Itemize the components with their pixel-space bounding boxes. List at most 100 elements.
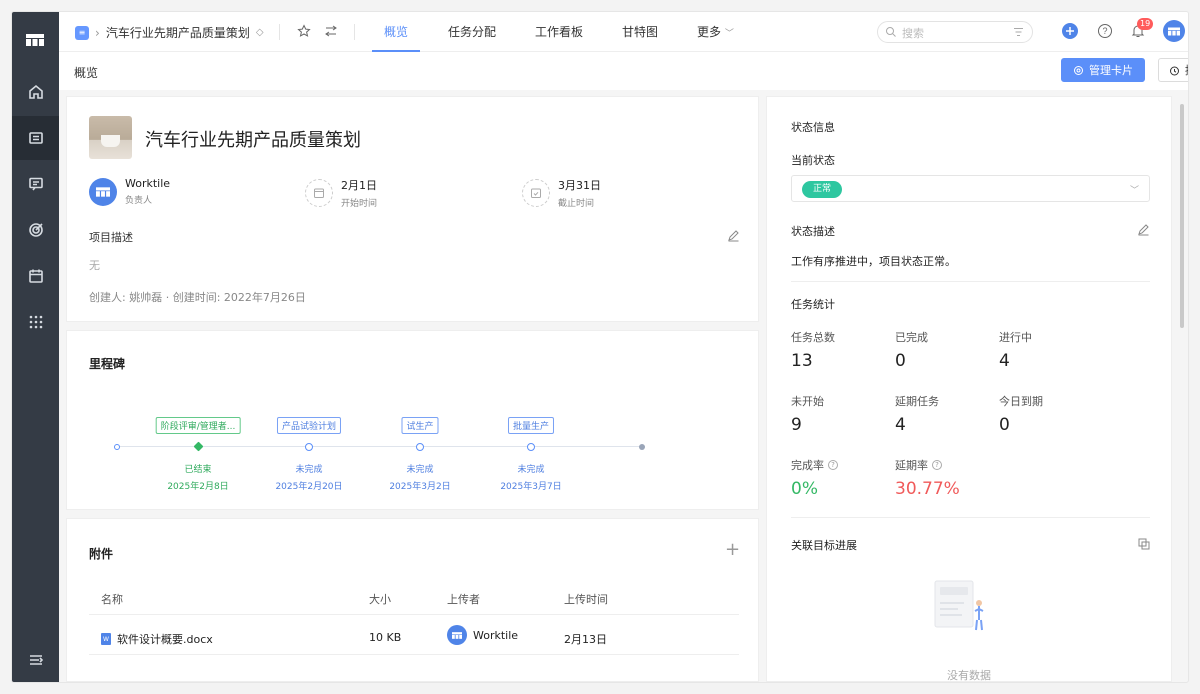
- delay-rate-text: 延期率: [895, 459, 928, 472]
- edit-pencil-icon[interactable]: [1137, 223, 1150, 236]
- chevron-right-icon: ›: [95, 25, 100, 40]
- app-logo-icon[interactable]: [26, 34, 44, 46]
- stat-label-delayed: 延期任务: [895, 395, 939, 408]
- delay-rate-label: 延期率 ?: [895, 457, 942, 473]
- stat-value-inprogress[interactable]: 4: [999, 351, 1010, 371]
- start-date-meta[interactable]: 2月1日 开始时间: [305, 177, 377, 209]
- milestone-dot: [305, 443, 313, 451]
- status-select[interactable]: 正常 ﹀: [791, 175, 1150, 202]
- milestone-dot: [416, 443, 424, 451]
- current-status-label: 当前状态: [791, 154, 835, 167]
- collapse-menu-icon[interactable]: [12, 638, 59, 682]
- tab-more[interactable]: 更多 ﹀: [697, 12, 734, 52]
- status-desc-value: 工作有序推进中，项目状态正常。: [791, 255, 956, 268]
- status-card: 状态信息 当前状态 正常 ﹀ 状态描述 工作有序推进中，项目状态正常。 任务统计…: [766, 96, 1172, 682]
- help-icon[interactable]: ?: [1097, 23, 1113, 39]
- add-icon[interactable]: [1062, 23, 1078, 39]
- empty-state-text: 没有数据: [947, 669, 991, 682]
- timeline-start-dot: [114, 444, 120, 450]
- project-title: 汽车行业先期产品质量策划: [145, 130, 361, 151]
- help-icon[interactable]: ?: [932, 460, 942, 470]
- table-row[interactable]: W 软件设计概要.docx: [101, 631, 213, 647]
- home-icon[interactable]: [12, 70, 59, 114]
- messages-icon[interactable]: [12, 162, 59, 206]
- stat-label-notstarted: 未开始: [791, 395, 824, 408]
- tab-overview[interactable]: 概览: [371, 12, 421, 52]
- column-header-time[interactable]: 上传时间: [564, 591, 608, 607]
- milestone-status: 未完成: [517, 465, 545, 475]
- milestone-name: 试生产: [401, 417, 439, 434]
- completion-rate-value: 0%: [791, 479, 818, 499]
- add-attachment-icon[interactable]: +: [725, 539, 740, 560]
- stat-value-delayed[interactable]: 4: [895, 415, 906, 435]
- switch-project-icon[interactable]: ◇: [256, 27, 264, 38]
- help-icon[interactable]: ?: [828, 460, 838, 470]
- tab-more-label: 更多: [697, 25, 722, 39]
- divider: [354, 24, 355, 40]
- tab-task-assignment[interactable]: 任务分配: [448, 12, 496, 52]
- timeline-end-dot: [639, 444, 645, 450]
- end-label: 截止时间: [558, 199, 595, 209]
- goals-icon[interactable]: [12, 208, 59, 252]
- svg-text:?: ?: [1102, 26, 1107, 36]
- chevron-down-icon: ﹀: [1129, 186, 1139, 196]
- top-bar: ≡ › 汽车行业先期产品质量策划 ◇ 概览 任务分配 工作看板 甘特图 更多 ﹀…: [59, 12, 1188, 52]
- attachments-heading: 附件: [89, 547, 114, 561]
- milestone-date: 2025年3月2日: [389, 482, 451, 492]
- calendar-icon[interactable]: [12, 254, 59, 298]
- column-header-uploader[interactable]: 上传者: [447, 591, 480, 607]
- stat-value-notstarted[interactable]: 9: [791, 415, 802, 435]
- user-avatar[interactable]: [1163, 20, 1185, 42]
- owner-label: 负责人: [125, 196, 153, 206]
- empty-state-illustration-icon: [934, 580, 984, 631]
- completion-rate-text: 完成率: [791, 459, 824, 472]
- remind-label: 提醒: [1185, 62, 1188, 78]
- file-name: 软件设计概要.docx: [117, 633, 213, 646]
- projects-icon[interactable]: [12, 116, 59, 160]
- divider: [791, 281, 1150, 282]
- delay-rate-value: 30.77%: [895, 479, 960, 499]
- scrollbar-thumb[interactable]: [1180, 104, 1184, 328]
- milestone-dot: [527, 443, 535, 451]
- remind-button[interactable]: 提醒: [1158, 58, 1188, 82]
- owner-meta[interactable]: Worktile 负责人: [89, 177, 170, 206]
- milestone-name: 阶段评审/管理者...: [155, 417, 241, 434]
- divider: [279, 24, 280, 40]
- star-icon[interactable]: [297, 24, 311, 38]
- expand-icon[interactable]: [1138, 538, 1150, 550]
- stat-label-total: 任务总数: [791, 331, 835, 344]
- milestones-card: 里程碑 阶段评审/管理者... 已结束 2025年2月8日 产品试验计划 未完成…: [66, 330, 759, 510]
- milestone-date: 2025年2月8日: [167, 482, 229, 492]
- edit-pencil-icon[interactable]: [727, 229, 740, 242]
- milestone-date: 2025年3月7日: [500, 482, 562, 492]
- search-icon: [886, 27, 896, 37]
- start-date: 2月1日: [341, 179, 377, 192]
- stat-value-total[interactable]: 13: [791, 351, 813, 371]
- stat-label-due-today: 今日到期: [999, 395, 1043, 408]
- project-name[interactable]: 汽车行业先期产品质量策划: [106, 24, 250, 41]
- apps-grid-icon[interactable]: [12, 300, 59, 344]
- table-divider: [89, 654, 739, 655]
- settings-sliders-icon[interactable]: [324, 24, 338, 38]
- column-header-name[interactable]: 名称: [101, 591, 123, 607]
- attachments-card: 附件 + 名称 大小 上传者 上传时间 W 软件设计概要.docx 10 KB …: [66, 518, 759, 682]
- word-file-icon: W: [101, 633, 111, 645]
- status-desc-label: 状态描述: [791, 225, 835, 238]
- milestone-date: 2025年2月20日: [275, 482, 343, 492]
- stat-value-done[interactable]: 0: [895, 351, 906, 371]
- owner-name: Worktile: [125, 177, 171, 190]
- search-placeholder: 搜索: [902, 27, 924, 40]
- clock-icon: [1170, 66, 1179, 75]
- filter-icon[interactable]: [1013, 27, 1024, 37]
- search-input[interactable]: 搜索: [877, 21, 1033, 43]
- stat-value-due-today[interactable]: 0: [999, 415, 1010, 435]
- column-header-size[interactable]: 大小: [369, 591, 391, 607]
- project-cover-image[interactable]: [89, 116, 132, 159]
- stat-label-inprogress: 进行中: [999, 331, 1032, 344]
- tab-kanban[interactable]: 工作看板: [535, 12, 583, 52]
- tab-gantt[interactable]: 甘特图: [622, 12, 658, 52]
- end-date-meta[interactable]: 3月31日 截止时间: [522, 177, 601, 209]
- manage-cards-button[interactable]: 管理卡片: [1061, 58, 1145, 82]
- project-desc-value: 无: [89, 259, 100, 272]
- end-calendar-icon: [522, 179, 550, 207]
